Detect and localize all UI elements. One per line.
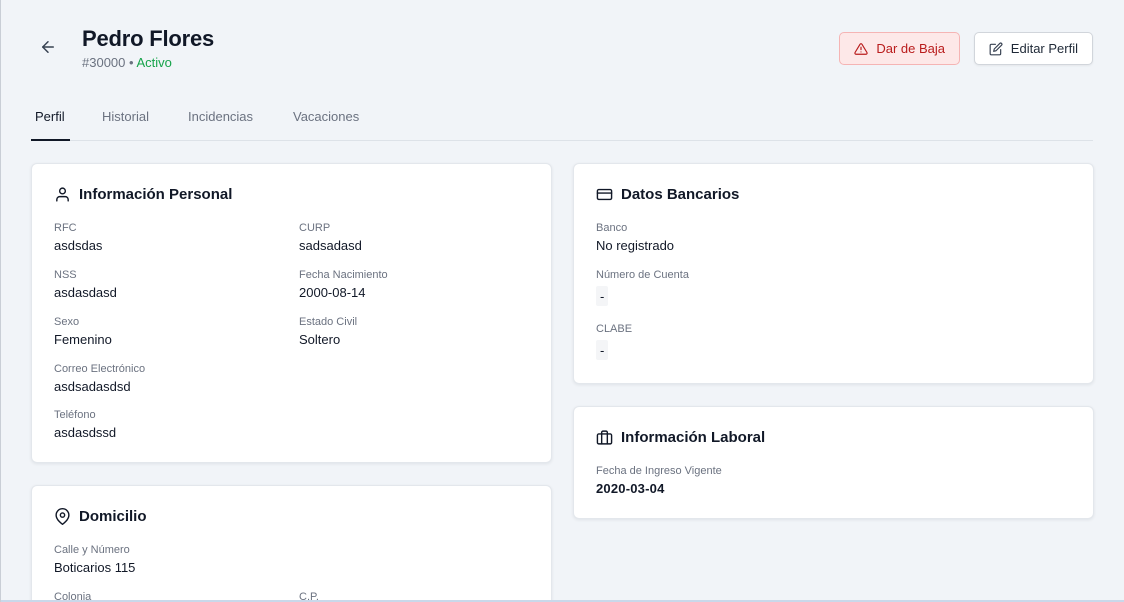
field-street: Calle y Número Boticarios 115 — [54, 543, 135, 576]
work-info-card: Información Laboral Fecha de Ingreso Vig… — [573, 406, 1094, 519]
edit-profile-button-label: Editar Perfil — [1010, 41, 1078, 56]
field-clabe: CLABE - — [596, 322, 632, 360]
field-value: asdasdssd — [54, 425, 117, 440]
personal-info-card: Información Personal RFC asdsdas CURP sa… — [31, 163, 552, 463]
personal-info-title-text: Información Personal — [79, 186, 233, 203]
credit-card-icon — [596, 188, 613, 201]
address-card: Domicilio Calle y Número Boticarios 115 … — [31, 485, 552, 602]
field-label: Calle y Número — [54, 544, 130, 556]
field-value: Femenino — [54, 332, 112, 347]
field-nss: NSS asdasdasd — [54, 268, 117, 301]
field-value: No registrado — [596, 238, 675, 253]
tab-incidencias[interactable]: Incidencias — [188, 109, 253, 124]
meta-separator: • — [129, 55, 134, 70]
map-pin-icon — [55, 508, 70, 525]
field-bank: Banco No registrado — [596, 221, 674, 254]
bank-data-title-text: Datos Bancarios — [621, 186, 740, 203]
work-info-title: Información Laboral — [596, 429, 765, 446]
field-account-number: Número de Cuenta - — [596, 268, 689, 306]
edit-icon — [989, 42, 1003, 55]
bank-data-card: Datos Bancarios Banco No registrado Núme… — [573, 163, 1094, 384]
field-label: Fecha de Ingreso Vigente — [596, 465, 722, 477]
field-phone: Teléfono asdasdssd — [54, 408, 116, 441]
field-label: Banco — [596, 222, 628, 234]
field-value: 2020-03-04 — [596, 481, 665, 496]
tab-bar: Perfil Historial Incidencias Vacaciones — [31, 96, 1093, 141]
field-label: RFC — [54, 222, 77, 234]
bank-data-title: Datos Bancarios — [596, 186, 739, 203]
field-label: CURP — [299, 222, 331, 234]
field-label: Sexo — [54, 316, 80, 328]
field-label: Fecha Nacimiento — [299, 269, 388, 281]
field-hire-date: Fecha de Ingreso Vigente 2020-03-04 — [596, 464, 722, 497]
briefcase-icon — [596, 430, 613, 445]
field-value: sadsadasd — [299, 238, 362, 253]
status-badge: Activo — [136, 55, 172, 70]
field-sex: Sexo Femenino — [54, 315, 112, 348]
field-email: Correo Electrónico asdsadasdsd — [54, 362, 145, 395]
tab-perfil[interactable]: Perfil — [35, 109, 65, 124]
field-value: 2000-08-14 — [299, 285, 366, 300]
field-value: asdasdasd — [54, 285, 117, 300]
employee-id: #30000 — [82, 55, 126, 70]
dismiss-button-label: Dar de Baja — [876, 41, 945, 56]
edit-profile-button[interactable]: Editar Perfil — [973, 32, 1093, 65]
field-marital-status: Estado Civil Soltero — [299, 315, 357, 348]
field-rfc: RFC asdsdas — [54, 221, 102, 254]
field-label: Correo Electrónico — [54, 363, 146, 375]
address-title-text: Domicilio — [79, 508, 147, 525]
page-header: Pedro Flores #30000 • Activo Dar de Baja… — [31, 26, 1093, 76]
user-icon — [56, 187, 69, 202]
alert-triangle-icon — [854, 42, 869, 55]
field-label: Número de Cuenta — [596, 269, 689, 281]
field-value: asdsdas — [54, 238, 103, 253]
arrow-left-icon — [42, 41, 54, 53]
back-button[interactable] — [37, 36, 59, 58]
address-title: Domicilio — [54, 508, 147, 525]
employee-name: Pedro Flores — [82, 26, 215, 51]
field-value: asdsadasdsd — [54, 379, 131, 394]
tab-historial[interactable]: Historial — [102, 109, 149, 124]
field-label: CLABE — [596, 323, 633, 335]
active-tab-indicator — [31, 139, 70, 141]
field-value: - — [596, 340, 609, 360]
field-value: Boticarios 115 — [54, 560, 136, 575]
field-birth-date: Fecha Nacimiento 2000-08-14 — [299, 268, 388, 301]
field-label: Teléfono — [54, 409, 96, 421]
field-curp: CURP sadsadasd — [299, 221, 362, 254]
tab-vacaciones[interactable]: Vacaciones — [293, 109, 359, 124]
field-label: NSS — [54, 269, 77, 281]
dismiss-button[interactable]: Dar de Baja — [839, 32, 960, 65]
field-value: Soltero — [299, 332, 341, 347]
work-info-title-text: Información Laboral — [621, 429, 766, 446]
personal-info-title: Información Personal — [54, 186, 232, 203]
employee-meta: #30000 • Activo — [82, 55, 172, 70]
field-label: Estado Civil — [299, 316, 358, 328]
field-value: - — [596, 286, 609, 306]
